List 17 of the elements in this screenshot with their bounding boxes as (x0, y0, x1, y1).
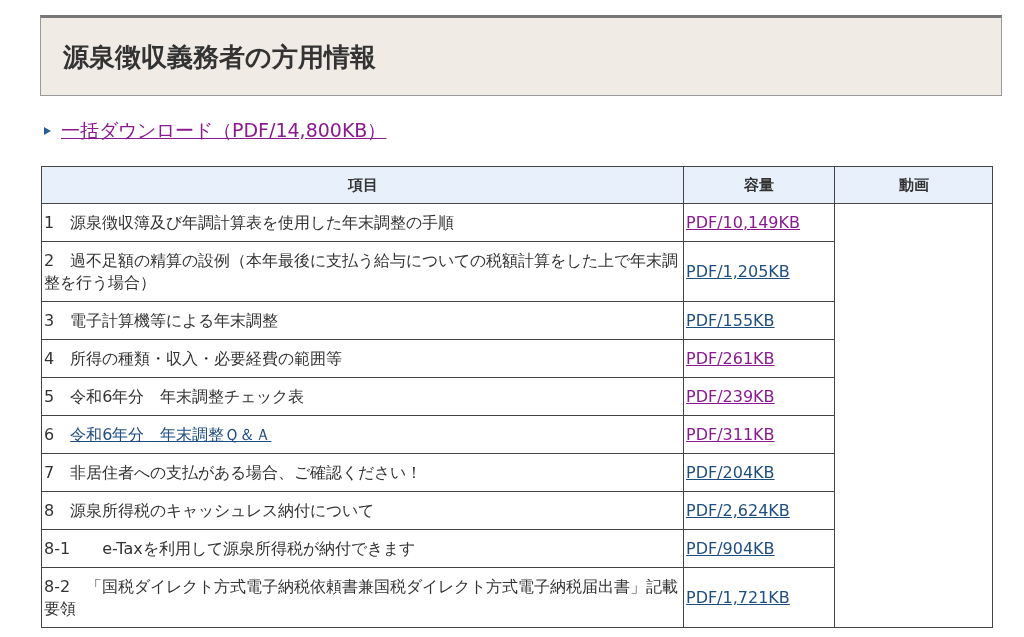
column-header: 容量 (683, 166, 835, 204)
column-header: 動画 (834, 166, 993, 204)
table-cell: 7 非居住者への支払がある場合、ご確認ください！ (41, 453, 684, 492)
table-cell: 8-1 e-Taxを利用して源泉所得税が納付できます (41, 529, 684, 568)
table-cell: 8-2 「国税ダイレクト方式電子納税依頼書兼国税ダイレクト方式電子納税届出書」記載要領 (41, 567, 684, 628)
table-cell: 1 源泉徴収簿及び年調計算表を使用した年末調整の手順 (41, 203, 684, 242)
page-heading: 源泉徴収義務者の方用情報 (40, 15, 1002, 96)
column-header: 項目 (41, 166, 684, 204)
download-link[interactable]: 一括ダウンロード（PDF/14,800KB） (61, 118, 387, 144)
table-cell: 3 電子計算機等による年末調整 (41, 301, 684, 340)
triangle-icon (44, 127, 51, 135)
item-link[interactable]: 令和6年分 年末調整Ｑ＆Ａ (70, 425, 272, 444)
table-cell: 5 令和6年分 年末調整チェック表 (41, 377, 684, 416)
item-number: 6 (44, 425, 55, 444)
table-cell: 4 所得の種類・収入・必要経費の範囲等 (41, 339, 684, 378)
table-cell: 8 源泉所得税のキャッシュレス納付について (41, 491, 684, 530)
table-cell: 2 過不足額の精算の設例（本年最後に支払う給与についての税額計算をした上で年末調整を行う場合） (41, 241, 684, 302)
